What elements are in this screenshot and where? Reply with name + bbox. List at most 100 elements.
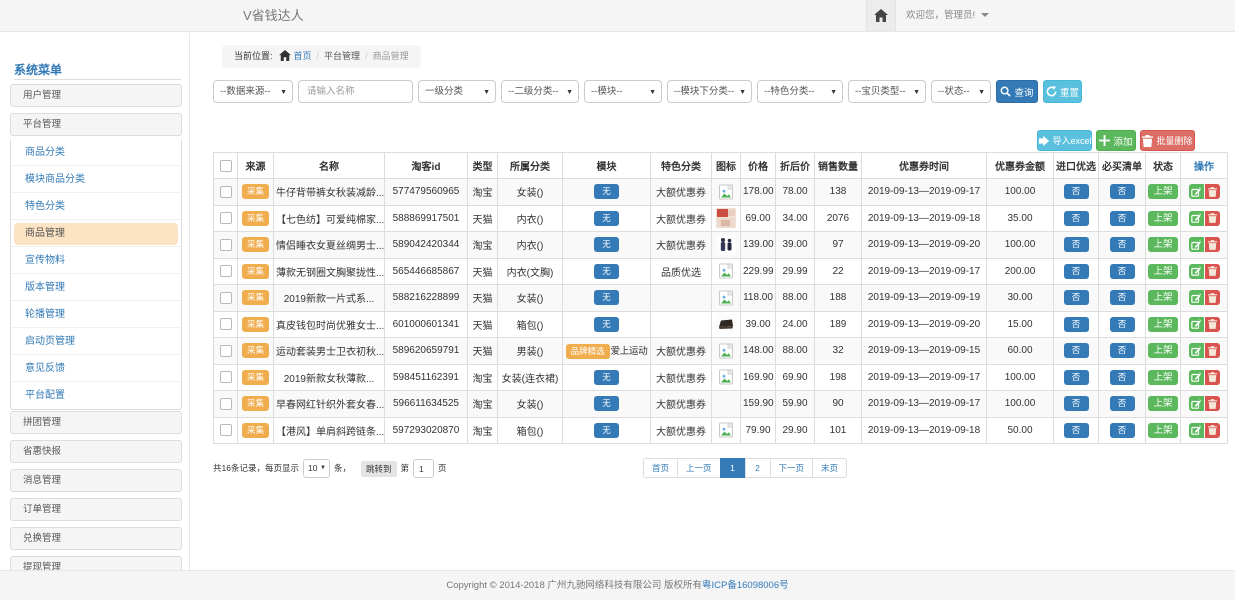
must-buy-no-badge[interactable]: 否	[1110, 264, 1135, 279]
status-on-shelf-button[interactable]: 上架	[1148, 317, 1177, 332]
import-no-badge[interactable]: 否	[1064, 343, 1089, 358]
row-checkbox[interactable]	[220, 424, 232, 436]
home-button[interactable]	[866, 0, 896, 31]
edit-button[interactable]	[1189, 184, 1204, 199]
jump-button[interactable]: 跳转到	[361, 461, 397, 477]
edit-button[interactable]	[1189, 290, 1204, 305]
must-buy-no-badge[interactable]: 否	[1110, 343, 1135, 358]
delete-button[interactable]	[1205, 396, 1220, 411]
edit-button[interactable]	[1189, 423, 1204, 438]
delete-button[interactable]	[1205, 237, 1220, 252]
sidebar-subitem-9[interactable]: 平台配置	[11, 382, 181, 409]
sidebar-item-6[interactable]: 兑换管理	[10, 527, 182, 550]
add-button[interactable]: 添加	[1096, 130, 1136, 151]
status-on-shelf-button[interactable]: 上架	[1148, 423, 1177, 438]
page-size-select[interactable]: 10▼	[303, 459, 330, 478]
sidebar-subitem-4[interactable]: 宣传物料	[11, 247, 181, 274]
select-all-checkbox[interactable]	[220, 160, 232, 172]
edit-button[interactable]	[1189, 264, 1204, 279]
featured-category-select[interactable]: --特色分类--▼	[757, 80, 843, 103]
prev-page-button[interactable]: 上一页	[677, 458, 721, 478]
sidebar-item-3[interactable]: 省惠快报	[10, 440, 182, 463]
level1-category-select[interactable]: 一级分类▼	[418, 80, 496, 103]
edit-button[interactable]	[1189, 211, 1204, 226]
next-page-button[interactable]: 下一页	[770, 458, 814, 478]
delete-button[interactable]	[1205, 184, 1220, 199]
status-on-shelf-button[interactable]: 上架	[1148, 370, 1177, 385]
status-on-shelf-button[interactable]: 上架	[1148, 184, 1177, 199]
sidebar-subitem-3[interactable]: 商品管理	[11, 220, 181, 247]
edit-button[interactable]	[1189, 237, 1204, 252]
batch-delete-button[interactable]: 批量删除	[1140, 130, 1195, 151]
edit-button[interactable]	[1189, 317, 1204, 332]
row-checkbox[interactable]	[220, 239, 232, 251]
import-excel-button[interactable]: 导入excel	[1037, 130, 1092, 151]
edit-button[interactable]	[1189, 396, 1204, 411]
sidebar-subitem-8[interactable]: 意见反馈	[11, 355, 181, 382]
import-no-badge[interactable]: 否	[1064, 264, 1089, 279]
row-checkbox[interactable]	[220, 398, 232, 410]
import-no-badge[interactable]: 否	[1064, 396, 1089, 411]
import-no-badge[interactable]: 否	[1064, 211, 1089, 226]
status-on-shelf-button[interactable]: 上架	[1148, 290, 1177, 305]
must-buy-no-badge[interactable]: 否	[1110, 237, 1135, 252]
jump-page-input[interactable]	[413, 459, 434, 478]
delete-button[interactable]	[1205, 290, 1220, 305]
first-page-button[interactable]: 首页	[643, 458, 678, 478]
status-on-shelf-button[interactable]: 上架	[1148, 211, 1177, 226]
row-checkbox[interactable]	[220, 345, 232, 357]
sidebar-subitem-2[interactable]: 特色分类	[11, 193, 181, 220]
status-on-shelf-button[interactable]: 上架	[1148, 264, 1177, 279]
import-no-badge[interactable]: 否	[1064, 184, 1089, 199]
page-1-button[interactable]: 1	[720, 458, 746, 478]
delete-button[interactable]	[1205, 370, 1220, 385]
last-page-button[interactable]: 末页	[812, 458, 847, 478]
sidebar-subitem-7[interactable]: 启动页管理	[11, 328, 181, 355]
breadcrumb-home-link[interactable]: 首页	[294, 51, 312, 61]
edit-button[interactable]	[1189, 370, 1204, 385]
delete-button[interactable]	[1205, 423, 1220, 438]
delete-button[interactable]	[1205, 264, 1220, 279]
sidebar-subitem-0[interactable]: 商品分类	[11, 139, 181, 166]
import-no-badge[interactable]: 否	[1064, 317, 1089, 332]
sidebar-subitem-5[interactable]: 版本管理	[11, 274, 181, 301]
icp-link[interactable]: 粤ICP备16098006号	[702, 580, 789, 591]
row-checkbox[interactable]	[220, 186, 232, 198]
sidebar-item-2[interactable]: 拼团管理	[10, 411, 182, 434]
status-on-shelf-button[interactable]: 上架	[1148, 237, 1177, 252]
query-button[interactable]: 查询	[996, 80, 1038, 103]
must-buy-no-badge[interactable]: 否	[1110, 211, 1135, 226]
sidebar-subitem-1[interactable]: 模块商品分类	[11, 166, 181, 193]
must-buy-no-badge[interactable]: 否	[1110, 184, 1135, 199]
module-subcategory-select[interactable]: --模块下分类--▼	[667, 80, 752, 103]
sidebar-item-5[interactable]: 订单管理	[10, 498, 182, 521]
item-type-select[interactable]: --宝贝类型--▼	[848, 80, 926, 103]
sidebar-item-1[interactable]: 平台管理	[10, 113, 182, 136]
data-source-select[interactable]: --数据来源--▼	[213, 80, 293, 103]
import-no-badge[interactable]: 否	[1064, 370, 1089, 385]
delete-button[interactable]	[1205, 343, 1220, 358]
page-2-button[interactable]: 2	[745, 458, 771, 478]
must-buy-no-badge[interactable]: 否	[1110, 423, 1135, 438]
row-checkbox[interactable]	[220, 212, 232, 224]
edit-button[interactable]	[1189, 343, 1204, 358]
row-checkbox[interactable]	[220, 265, 232, 277]
row-checkbox[interactable]	[220, 371, 232, 383]
sidebar-item-4[interactable]: 消息管理	[10, 469, 182, 492]
level2-category-select[interactable]: --二级分类--▼	[501, 80, 579, 103]
must-buy-no-badge[interactable]: 否	[1110, 317, 1135, 332]
status-select[interactable]: --状态--▼	[931, 80, 991, 103]
delete-button[interactable]	[1205, 211, 1220, 226]
must-buy-no-badge[interactable]: 否	[1110, 370, 1135, 385]
must-buy-no-badge[interactable]: 否	[1110, 396, 1135, 411]
sidebar-item-7[interactable]: 提现管理	[10, 556, 182, 570]
module-select[interactable]: --模块--▼	[584, 80, 662, 103]
import-no-badge[interactable]: 否	[1064, 423, 1089, 438]
delete-button[interactable]	[1205, 317, 1220, 332]
user-menu[interactable]: 欢迎您，管理员!	[906, 0, 989, 31]
sidebar-item-0[interactable]: 用户管理	[10, 84, 182, 107]
import-no-badge[interactable]: 否	[1064, 290, 1089, 305]
sidebar-subitem-6[interactable]: 轮播管理	[11, 301, 181, 328]
row-checkbox[interactable]	[220, 318, 232, 330]
must-buy-no-badge[interactable]: 否	[1110, 290, 1135, 305]
